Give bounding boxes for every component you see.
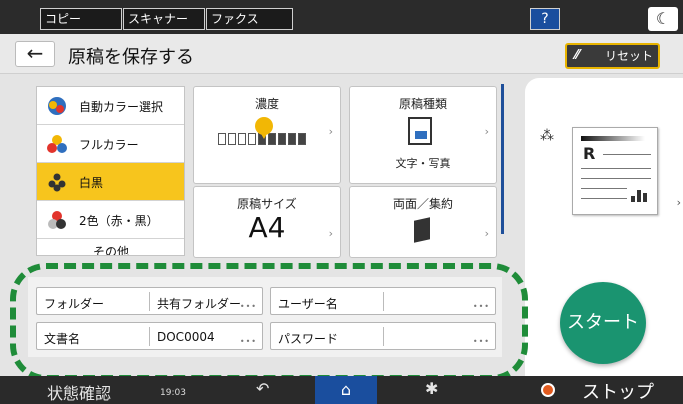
preview-line xyxy=(581,178,651,179)
title-bar: ← 原稿を保存する ⁄⁄ リセット xyxy=(0,34,683,74)
original-type-tile[interactable]: 原稿種類 文字・写真 › xyxy=(349,86,497,184)
auto-color-icon xyxy=(48,97,66,115)
density-knob-pointer xyxy=(260,132,268,139)
density-cell xyxy=(248,133,256,145)
stop-button[interactable]: ストップ xyxy=(530,376,683,404)
color-item-label: 自動カラー選択 xyxy=(79,100,164,114)
home-icon: ⌂ xyxy=(340,380,352,399)
preview-gradient xyxy=(581,136,645,141)
chevron-right-icon: › xyxy=(328,125,333,138)
density-cell xyxy=(298,133,306,145)
moon-icon[interactable]: ☾ xyxy=(648,7,678,31)
preview-page[interactable]: R xyxy=(572,127,658,215)
start-button[interactable]: スタート xyxy=(560,282,646,364)
original-size-title: 原稿サイズ xyxy=(237,197,297,211)
original-size-value: A4 xyxy=(248,211,286,244)
color-item-label: その他 xyxy=(93,245,130,256)
black-white-icon: ⁂ xyxy=(540,128,554,144)
color-item-label: 2色（赤・黒） xyxy=(79,214,159,228)
color-item-auto[interactable]: 自動カラー選択 xyxy=(37,87,184,125)
duplex-tile[interactable]: 両面／集約 › xyxy=(349,186,497,258)
back-arrow-icon[interactable]: ↶ xyxy=(256,379,269,398)
back-button[interactable]: ← xyxy=(15,41,55,67)
density-title: 濃度 xyxy=(254,97,279,111)
chevron-right-icon: › xyxy=(484,227,489,240)
reset-button[interactable]: ⁄⁄ リセット xyxy=(565,43,660,69)
color-item-label: 白黒 xyxy=(79,176,104,190)
color-item-black-white[interactable]: 白黒 xyxy=(37,163,184,201)
top-bar: コピー スキャナー ファクス ? ☾ xyxy=(0,0,683,34)
preview-line xyxy=(581,168,651,169)
black-white-icon xyxy=(48,173,66,192)
tab-fax[interactable]: ファクス xyxy=(206,8,293,30)
preview-line xyxy=(581,188,627,189)
preview-line xyxy=(581,198,627,199)
stop-label: ストップ xyxy=(582,382,654,403)
preview-chart-icon xyxy=(631,186,649,202)
duplex-title: 両面／集約 xyxy=(392,197,453,211)
arrow-left-icon: ← xyxy=(26,41,44,65)
tab-scanner[interactable]: スキャナー xyxy=(123,8,205,30)
original-size-tile[interactable]: 原稿サイズ A4 › xyxy=(193,186,341,258)
original-type-title: 原稿種類 xyxy=(398,97,447,111)
scrollbar[interactable] xyxy=(501,84,504,234)
color-item-two-color[interactable]: 2色（赤・黒） xyxy=(37,201,184,239)
status-check-button[interactable]: 状態確認 xyxy=(47,380,111,404)
color-item-label: フルカラー xyxy=(79,138,139,152)
clock: 19:03 xyxy=(160,388,186,398)
density-tile[interactable]: 濃度 › xyxy=(193,86,341,184)
chevron-right-icon: › xyxy=(328,227,333,240)
preview-r-mark: R xyxy=(583,144,596,163)
density-cell xyxy=(268,133,276,145)
original-type-value: 文字・写真 xyxy=(395,157,451,170)
density-cell xyxy=(238,133,246,145)
chevron-right-icon: › xyxy=(484,125,489,138)
preview-line xyxy=(603,154,651,155)
density-cell xyxy=(288,133,296,145)
gear-icon[interactable]: ✱ xyxy=(425,379,438,398)
stop-icon xyxy=(541,383,555,397)
color-mode-list: 自動カラー選択 フルカラー 白黒 2色（赤・黒） その他 xyxy=(36,86,185,256)
chevron-right-icon[interactable]: › xyxy=(677,196,681,209)
two-color-icon xyxy=(48,211,66,229)
reset-label: リセット xyxy=(605,49,654,63)
highlight-annotation xyxy=(10,263,528,381)
reset-icon: ⁄⁄ xyxy=(575,48,580,63)
help-button[interactable]: ? xyxy=(530,8,560,30)
color-item-full-color[interactable]: フルカラー xyxy=(37,125,184,163)
density-cell xyxy=(218,133,226,145)
text-photo-icon xyxy=(408,117,432,145)
duplex-icon xyxy=(414,217,430,243)
density-cell xyxy=(228,133,236,145)
color-item-other[interactable]: その他 xyxy=(37,239,184,256)
tab-copy[interactable]: コピー xyxy=(40,8,122,30)
density-cell xyxy=(278,133,286,145)
full-color-icon xyxy=(47,135,67,153)
page-title: 原稿を保存する xyxy=(68,47,194,68)
home-button[interactable]: ⌂ xyxy=(315,376,377,404)
